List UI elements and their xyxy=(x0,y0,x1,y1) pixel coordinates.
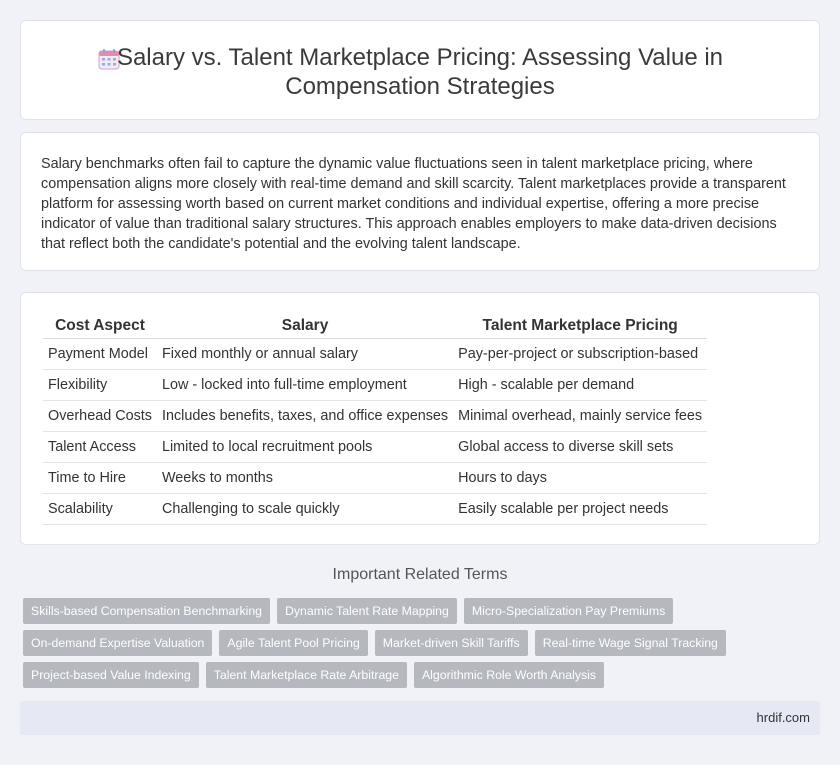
row-marketplace: Global access to diverse skill sets xyxy=(453,431,708,463)
tag-row: Skills-based Compensation Benchmarking D… xyxy=(23,598,823,624)
related-terms-heading: Important Related Terms xyxy=(332,566,508,583)
related-term-tag[interactable]: On-demand Expertise Valuation xyxy=(23,630,213,656)
related-term-tag[interactable]: Dynamic Talent Rate Mapping xyxy=(277,598,457,624)
tag-row: On-demand Expertise Valuation Agile Tale… xyxy=(23,630,823,656)
row-aspect: Overhead Costs xyxy=(43,400,157,432)
row-aspect: Time to Hire xyxy=(43,462,157,494)
table-header-row: Cost Aspect Salary Talent Marketplace Pr… xyxy=(43,313,708,339)
row-salary: Weeks to months xyxy=(156,462,454,494)
table-row: Time to Hire Weeks to months Hours to da… xyxy=(43,462,708,494)
intro-paragraph: Salary benchmarks often fail to capture … xyxy=(41,156,786,252)
related-term-tag[interactable]: Micro-Specialization Pay Premiums xyxy=(463,598,674,624)
row-marketplace: Easily scalable per project needs xyxy=(453,493,708,525)
comparison-card: Cost Aspect Salary Talent Marketplace Pr… xyxy=(20,292,820,545)
tag-row: Project-based Value Indexing Talent Mark… xyxy=(23,662,823,688)
related-term-tag[interactable]: Skills-based Compensation Benchmarking xyxy=(23,598,271,624)
comparison-table: Cost Aspect Salary Talent Marketplace Pr… xyxy=(43,313,708,525)
related-terms-list: Skills-based Compensation Benchmarking D… xyxy=(23,598,823,694)
row-marketplace: Minimal overhead, mainly service fees xyxy=(453,400,708,432)
header-salary: Salary xyxy=(156,313,454,339)
row-aspect: Flexibility xyxy=(43,369,157,401)
related-term-tag[interactable]: Project-based Value Indexing xyxy=(23,662,199,688)
intro-card: Salary benchmarks often fail to capture … xyxy=(20,132,820,271)
row-salary: Includes benefits, taxes, and office exp… xyxy=(156,400,454,432)
row-salary: Low - locked into full-time employment xyxy=(156,369,454,401)
row-marketplace: Pay-per-project or subscription-based xyxy=(453,338,708,370)
table-row: Scalability Challenging to scale quickly… xyxy=(43,493,708,525)
header-talent-marketplace: Talent Marketplace Pricing xyxy=(453,313,708,339)
related-term-tag[interactable]: Talent Marketplace Rate Arbitrage xyxy=(205,662,407,688)
row-marketplace: Hours to days xyxy=(453,462,708,494)
row-marketplace: High - scalable per demand xyxy=(453,369,708,401)
row-salary: Fixed monthly or annual salary xyxy=(156,338,454,370)
row-aspect: Scalability xyxy=(43,493,157,525)
related-term-tag[interactable]: Market-driven Skill Tariffs xyxy=(374,630,528,656)
table-row: Flexibility Low - locked into full-time … xyxy=(43,369,708,401)
table-row: Overhead Costs Includes benefits, taxes,… xyxy=(43,400,708,432)
title-card: Salary vs. Talent Marketplace Pricing: A… xyxy=(20,20,820,120)
row-aspect: Talent Access xyxy=(43,431,157,463)
related-term-tag[interactable]: Real-time Wage Signal Tracking xyxy=(534,630,726,656)
row-aspect: Payment Model xyxy=(43,338,157,370)
footer-site-link[interactable]: hrdif.com xyxy=(757,710,810,725)
header-cost-aspect: Cost Aspect xyxy=(43,313,157,339)
row-salary: Challenging to scale quickly xyxy=(156,493,454,525)
related-term-tag[interactable]: Agile Talent Pool Pricing xyxy=(219,630,368,656)
table-row: Payment Model Fixed monthly or annual sa… xyxy=(43,338,708,370)
related-term-tag[interactable]: Algorithmic Role Worth Analysis xyxy=(413,662,605,688)
row-salary: Limited to local recruitment pools xyxy=(156,431,454,463)
page-title: Salary vs. Talent Marketplace Pricing: A… xyxy=(116,44,724,100)
footer: hrdif.com xyxy=(20,701,820,735)
table-row: Talent Access Limited to local recruitme… xyxy=(43,431,708,463)
